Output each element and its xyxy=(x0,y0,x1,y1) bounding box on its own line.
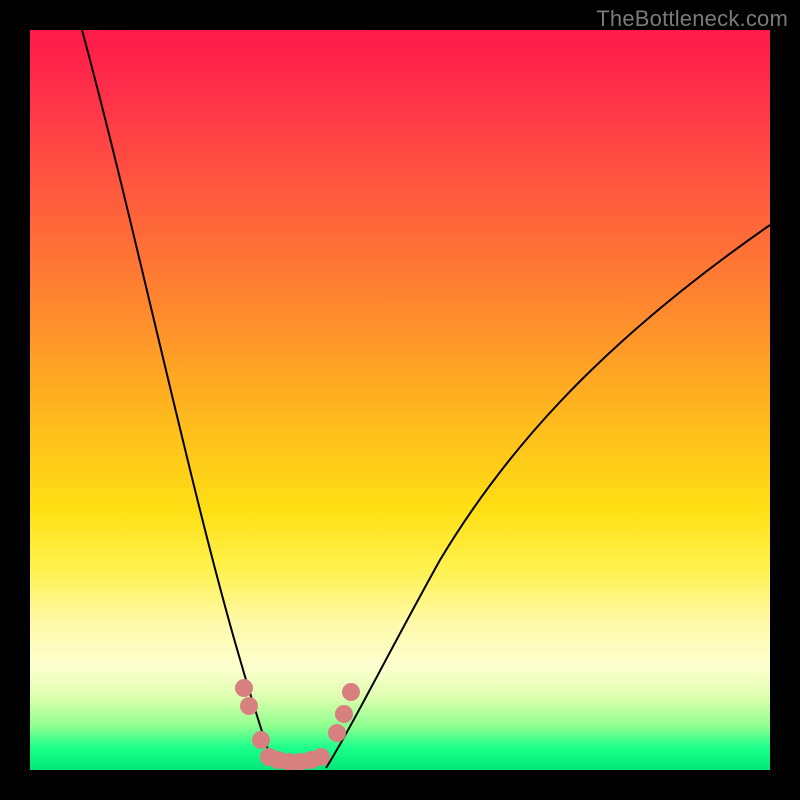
watermark-text: TheBottleneck.com xyxy=(596,6,788,32)
chart-svg xyxy=(30,30,770,770)
left-curve xyxy=(82,30,275,768)
marker-cluster xyxy=(235,679,360,770)
chart-plot-area xyxy=(30,30,770,770)
right-curve xyxy=(326,225,770,768)
